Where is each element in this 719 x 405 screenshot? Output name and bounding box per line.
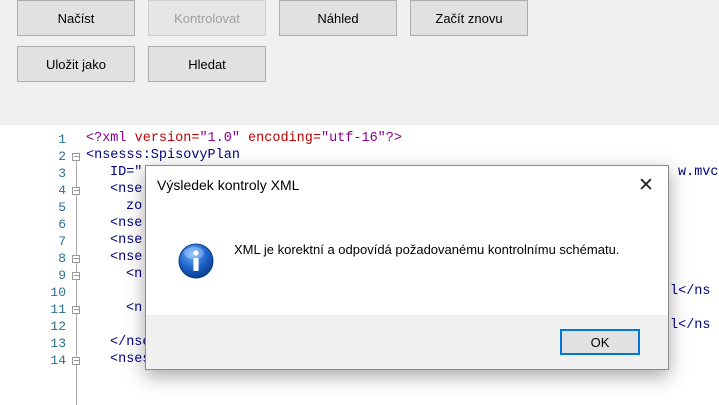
line-number: 3 [58,166,66,181]
line-number: 7 [58,234,66,249]
code-line: <n [126,301,143,316]
xml-check-result-dialog: Výsledek kontroly XML ✕ XML je korektní … [145,165,669,370]
line-number: 6 [58,217,66,232]
line-number: 1 [58,132,66,147]
line-number: 12 [50,319,66,334]
line-number: 10 [50,285,66,300]
fold-guide [76,161,77,405]
line-number-gutter: 1 2 3 4 5 6 7 8 9 10 11 12 13 14 − − − −… [0,125,82,405]
ok-button[interactable]: OK [560,329,640,355]
line-number: 9 [58,268,66,283]
code-line: l</ns [670,318,711,333]
preview-button[interactable]: Náhled [279,0,397,36]
fold-toggle-icon[interactable]: − [72,153,80,161]
fold-toggle-icon[interactable]: − [72,272,80,280]
fold-toggle-icon[interactable]: − [72,357,80,365]
dialog-footer: OK [146,315,668,369]
close-icon[interactable]: ✕ [632,172,660,198]
code-line: <nse [110,182,143,197]
code-line: zo [126,199,143,214]
line-number: 4 [58,183,66,198]
fold-toggle-icon[interactable]: − [72,255,80,263]
code-line: <n [126,267,143,282]
info-icon [178,243,214,279]
code-line: <nsesss:SpisovyPlan [86,148,240,163]
line-number: 8 [58,251,66,266]
code-line: ID=" [110,165,143,180]
line-number: 13 [50,336,66,351]
code-line: l</ns [670,284,711,299]
code-line: <nse [110,216,143,231]
code-line: w.mvc [678,165,719,180]
toolbar: Načíst Kontrolovat Náhled Začít znovu Ul… [0,0,719,125]
code-line: <nse [110,250,143,265]
dialog-message: XML je korektní a odpovídá požadovanému … [234,242,620,257]
line-number: 2 [58,149,66,164]
line-number: 14 [50,353,66,368]
restart-button[interactable]: Začít znovu [410,0,528,36]
fold-toggle-icon[interactable]: − [72,306,80,314]
line-number: 5 [58,200,66,215]
search-button[interactable]: Hledat [148,46,266,82]
dialog-title: Výsledek kontroly XML [157,177,300,193]
load-button[interactable]: Načíst [17,0,135,36]
fold-toggle-icon[interactable]: − [72,187,80,195]
line-number: 11 [50,302,66,317]
save-as-button[interactable]: Uložit jako [17,46,135,82]
code-line: <?xml version="1.0" encoding="utf-16"?> [86,131,402,146]
check-button[interactable]: Kontrolovat [148,0,266,36]
code-line: <nse [110,233,143,248]
